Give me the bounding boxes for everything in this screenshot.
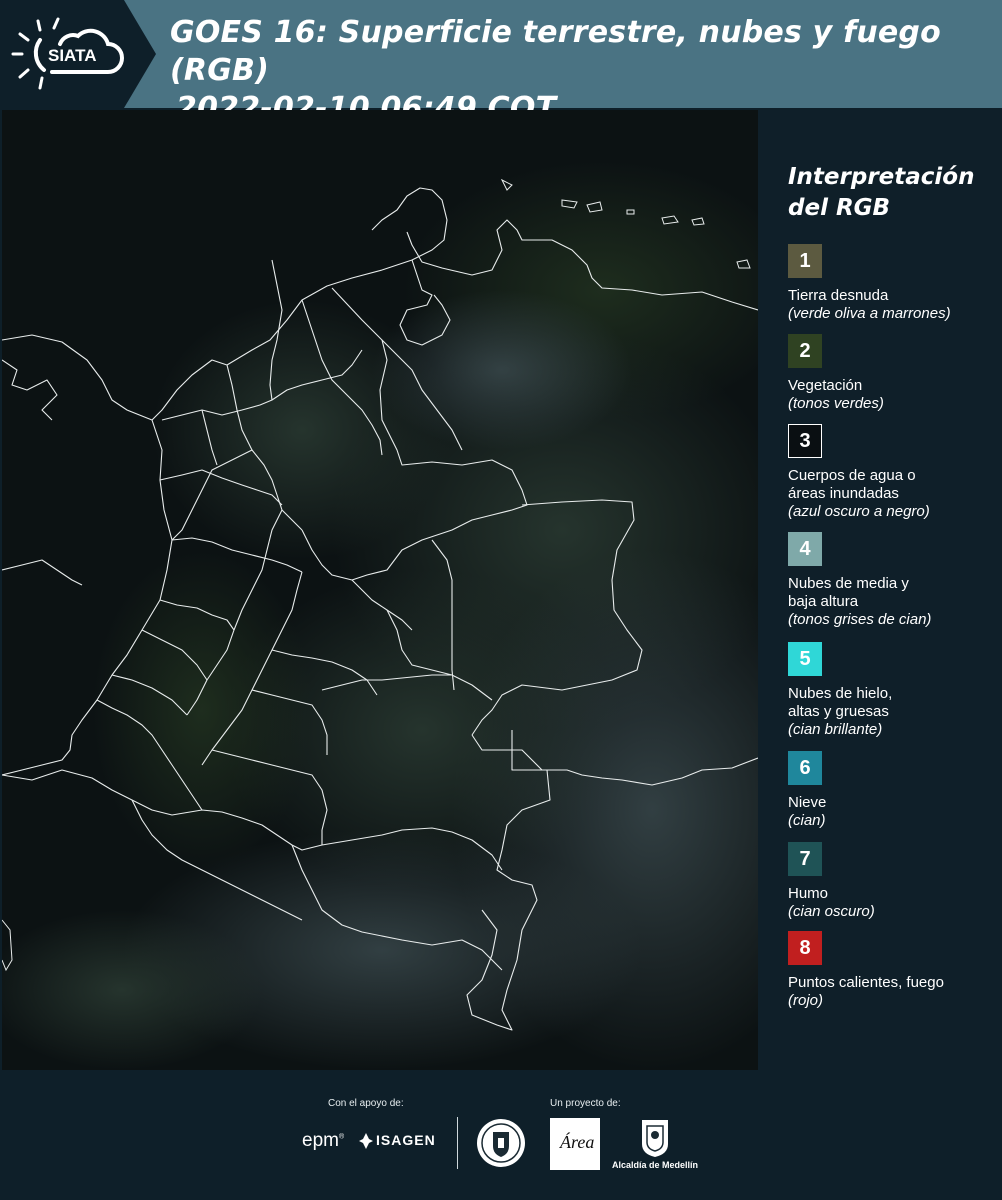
satellite-map[interactable] — [2, 110, 758, 1070]
alcaldia-caption: Alcaldía de Medellín — [612, 1160, 699, 1170]
legend-swatch-4: 4 — [788, 532, 822, 566]
logo-panel: SIATA — [0, 0, 156, 108]
legend-item-5: 5 Nubes de hielo, altas y gruesas (cian … — [788, 642, 998, 739]
project-caption: Un proyecto de: — [550, 1098, 621, 1109]
legend-label-8: Puntos calientes, fuego — [788, 974, 944, 991]
title-line-1: GOES 16: Superficie terrestre, nubes y f… — [170, 15, 941, 88]
legend-swatch-2: 2 — [788, 334, 822, 368]
legend-swatch-3: 3 — [788, 424, 822, 458]
area-metropolitana-logo-icon: Área — [550, 1118, 600, 1170]
isagen-mark-icon — [359, 1133, 373, 1149]
legend-desc-4: (tonos grises de cian) — [788, 611, 932, 628]
legend-label-3: Cuerpos de agua o áreas inundadas — [788, 467, 916, 502]
siata-logo-text: SIATA — [48, 46, 96, 65]
legend-label-7: Humo — [788, 885, 829, 902]
legend-item-6: 6 Nieve (cian) — [788, 751, 998, 830]
legend-item-3: 3 Cuerpos de agua o áreas inundadas (azu… — [788, 424, 998, 521]
epm-logo: epm® — [302, 1130, 344, 1152]
footer: Con el apoyo de: Un proyecto de: epm® IS… — [0, 1070, 1002, 1200]
legend-item-4: 4 Nubes de media y baja altura (tonos gr… — [788, 532, 998, 629]
legend-item-1: 1 Tierra desnuda (verde oliva a marrones… — [788, 244, 998, 323]
legend-label-5: Nubes de hielo, altas y gruesas — [788, 685, 893, 720]
legend-item-2: 2 Vegetación (tonos verdes) — [788, 334, 998, 413]
legend-item-7: 7 Humo (cian oscuro) — [788, 842, 998, 921]
isagen-logo: ISAGEN — [376, 1132, 436, 1148]
legend-title: Interpretación del RGB — [788, 162, 988, 224]
legend-label-1: Tierra desnuda — [788, 287, 889, 304]
legend-desc-5: (cian brillante) — [788, 721, 883, 738]
legend-panel: Interpretación del RGB 1 Tierra desnuda … — [758, 110, 1002, 1070]
footer-divider — [457, 1117, 458, 1169]
registered-icon: ® — [338, 1133, 345, 1141]
legend-desc-6: (cian) — [788, 812, 826, 829]
epm-logo-text: epm — [302, 1130, 339, 1151]
legend-desc-8: (rojo) — [788, 992, 824, 1009]
legend-label-2: Vegetación — [788, 377, 863, 394]
legend-swatch-5: 5 — [788, 642, 822, 676]
legend-title-line-1: Interpretación — [788, 164, 975, 190]
legend-desc-1: (verde oliva a marrones) — [788, 305, 951, 322]
legend-swatch-7: 7 — [788, 842, 822, 876]
legend-swatch-1: 1 — [788, 244, 822, 278]
legend-item-8: 8 Puntos calientes, fuego (rojo) — [788, 931, 998, 1010]
support-caption: Con el apoyo de: — [328, 1098, 404, 1109]
legend-title-line-2: del RGB — [788, 195, 891, 221]
svg-text:Área: Área — [559, 1131, 594, 1152]
antioquia-seal-icon — [477, 1119, 525, 1167]
legend-swatch-6: 6 — [788, 751, 822, 785]
legend-swatch-8: 8 — [788, 931, 822, 965]
legend-label-6: Nieve — [788, 794, 827, 811]
legend-desc-2: (tonos verdes) — [788, 395, 884, 412]
satellite-image — [2, 110, 758, 1070]
header: SIATA GOES 16: Superficie terrestre, nub… — [0, 0, 1002, 126]
legend-desc-3: (azul oscuro a negro) — [788, 503, 930, 520]
legend-label-4: Nubes de media y baja altura — [788, 575, 909, 610]
medellin-shield-icon — [642, 1120, 668, 1157]
legend-desc-7: (cian oscuro) — [788, 903, 875, 920]
